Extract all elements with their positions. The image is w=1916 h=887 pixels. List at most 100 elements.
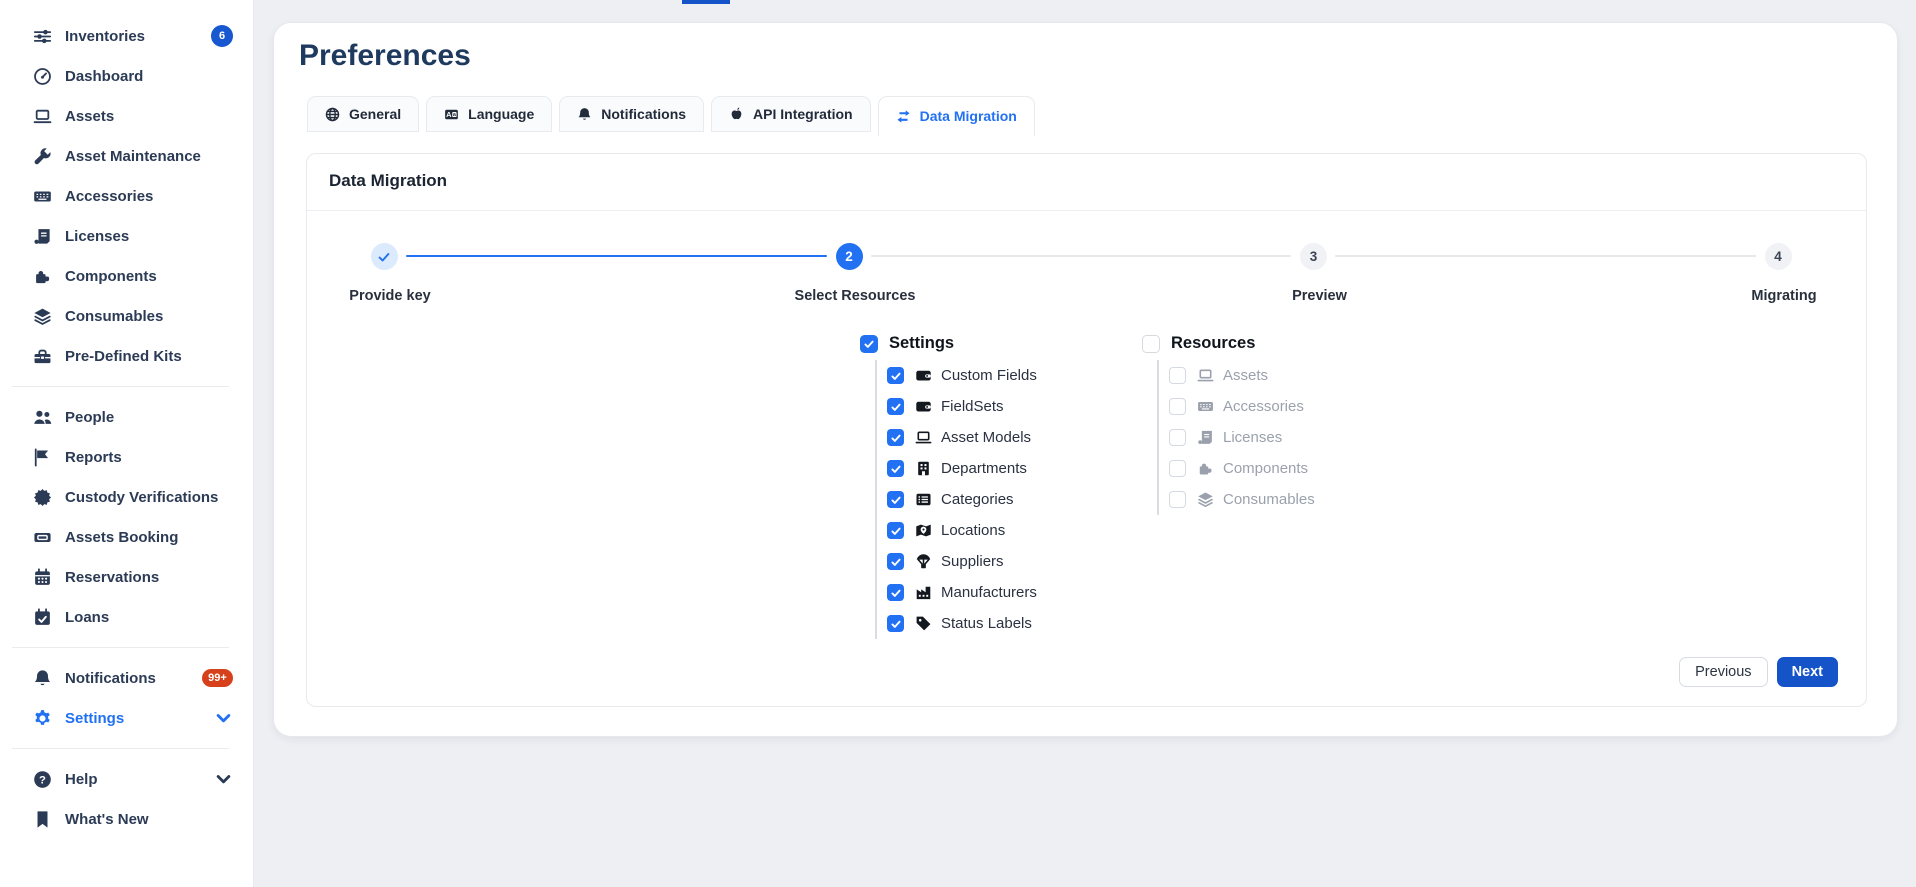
tree-item-assets: Assets (1169, 360, 1315, 391)
sidebar-item-label: Assets (65, 108, 114, 125)
transfer-icon (896, 109, 911, 124)
sidebar-item-inventories[interactable]: Inventories 6 (0, 16, 253, 56)
keyboard-icon (1197, 398, 1214, 415)
tab-data-migration[interactable]: Data Migration (878, 96, 1035, 136)
sidebar-item-custody-verifications[interactable]: Custody Verifications (0, 477, 253, 517)
tree-item-label: Assets (1223, 367, 1268, 384)
list-icon (915, 491, 932, 508)
tree-item-label: Licenses (1223, 429, 1282, 446)
sidebar-item-components[interactable]: Components (0, 256, 253, 296)
tree-item-suppliers: Suppliers (887, 546, 1037, 577)
checkbox-locations[interactable] (887, 522, 904, 539)
tree-item-locations: Locations (887, 515, 1037, 546)
step-4-label: Migrating (1751, 288, 1816, 304)
checkbox-categories[interactable] (887, 491, 904, 508)
checkbox-consumables[interactable] (1169, 491, 1186, 508)
next-button[interactable]: Next (1777, 657, 1838, 687)
tab-notifications[interactable]: Notifications (559, 96, 704, 132)
sidebar-item-assets[interactable]: Assets (0, 96, 253, 136)
sidebar-item-settings[interactable]: Settings (0, 698, 253, 738)
sidebar-item-assets-booking[interactable]: Assets Booking (0, 517, 253, 557)
checkbox-fieldsets[interactable] (887, 398, 904, 415)
globe-icon (325, 107, 340, 122)
check-icon (377, 250, 391, 264)
checkbox-departments[interactable] (887, 460, 904, 477)
step-2-label: Select Resources (795, 288, 916, 304)
tab-general[interactable]: General (307, 96, 419, 132)
tree-item-label: Asset Models (941, 429, 1031, 446)
sidebar-item-loans[interactable]: Loans (0, 597, 253, 637)
apple-icon (729, 107, 744, 122)
checkbox-manufacturers[interactable] (887, 584, 904, 601)
tab-label: General (349, 106, 401, 122)
puzzle-icon (33, 267, 52, 286)
sidebar-item-label: Assets Booking (65, 529, 178, 546)
nav-item-right: 6 (211, 25, 233, 47)
tab-language[interactable]: AaLanguage (426, 96, 552, 132)
tree-parent-resources: Resources (1142, 334, 1315, 353)
wrench-icon (33, 147, 52, 166)
flag-icon (33, 448, 52, 467)
tree-item-custom-fields: Custom Fields (887, 360, 1037, 391)
checkbox-resources[interactable] (1142, 335, 1160, 353)
tree-item-departments: Departments (887, 453, 1037, 484)
gauge-icon (33, 67, 52, 86)
checkbox-suppliers[interactable] (887, 553, 904, 570)
tree-resources: Resources Assets Accessories Licenses Compon… (1142, 334, 1315, 515)
sidebar-item-licenses[interactable]: Licenses (0, 216, 253, 256)
tag-icon (915, 615, 932, 632)
svg-text:?: ? (39, 774, 46, 786)
step-4-indicator: 4 (1765, 243, 1792, 270)
tree-item-label: Custom Fields (941, 367, 1037, 384)
map-location-icon (915, 522, 932, 539)
checkbox-settings[interactable] (860, 335, 878, 353)
sidebar-item-label: People (65, 409, 114, 426)
sidebar-item-consumables[interactable]: Consumables (0, 296, 253, 336)
bell-icon (577, 107, 592, 122)
checkbox-components[interactable] (1169, 460, 1186, 477)
checkbox-licenses[interactable] (1169, 429, 1186, 446)
bookmark-icon (33, 810, 52, 829)
sidebar-item-reservations[interactable]: Reservations (0, 557, 253, 597)
users-icon (33, 408, 52, 427)
page-title: Preferences (299, 39, 471, 73)
tree-item-label: Categories (941, 491, 1014, 508)
tab-label: API Integration (753, 106, 853, 122)
nav-item-right (214, 709, 233, 728)
sidebar-item-label: Inventories (65, 28, 145, 45)
tree-item-accessories: Accessories (1169, 391, 1315, 422)
inventories-count-badge: 6 (211, 25, 233, 47)
step-1-indicator (371, 243, 398, 270)
checkbox-asset-models[interactable] (887, 429, 904, 446)
sidebar-item-people[interactable]: People (0, 397, 253, 437)
sidebar-divider (12, 748, 229, 749)
laptop-icon (1197, 367, 1214, 384)
checkbox-accessories[interactable] (1169, 398, 1186, 415)
previous-button[interactable]: Previous (1679, 657, 1767, 687)
tree-item-components: Components (1169, 453, 1315, 484)
step-connector-1 (406, 255, 827, 257)
checkbox-custom-fields[interactable] (887, 367, 904, 384)
tab-api-integration[interactable]: API Integration (711, 96, 871, 132)
chevron-down-icon (214, 770, 233, 789)
sidebar-item-accessories[interactable]: Accessories (0, 176, 253, 216)
sidebar-item-label: Pre-Defined Kits (65, 348, 182, 365)
sidebar-item-label: Consumables (65, 308, 163, 325)
tree-parent-settings: Settings (860, 334, 1037, 353)
layers-icon (33, 307, 52, 326)
tree-item-status-labels: Status Labels (887, 608, 1037, 639)
step-connector-3 (1335, 255, 1756, 257)
sidebar-item-what-s-new[interactable]: What's New (0, 799, 253, 839)
sidebar-item-pre-defined-kits[interactable]: Pre-Defined Kits (0, 336, 253, 376)
sidebar-item-help[interactable]: ?Help (0, 759, 253, 799)
preferences-tabs: General AaLanguageNotifications API Integr… (307, 96, 1042, 136)
tree-children-settings: Custom FieldsFieldSetsAsset ModelsDepart… (875, 360, 1037, 639)
sidebar-item-asset-maintenance[interactable]: Asset Maintenance (0, 136, 253, 176)
data-migration-panel: Data Migration Provide key2Select Resour… (306, 153, 1867, 707)
checkbox-status-labels[interactable] (887, 615, 904, 632)
sidebar-item-label: Accessories (65, 188, 153, 205)
checkbox-assets[interactable] (1169, 367, 1186, 384)
sidebar-item-dashboard[interactable]: Dashboard (0, 56, 253, 96)
sidebar-item-notifications[interactable]: Notifications99+ (0, 658, 253, 698)
sidebar-item-reports[interactable]: Reports (0, 437, 253, 477)
